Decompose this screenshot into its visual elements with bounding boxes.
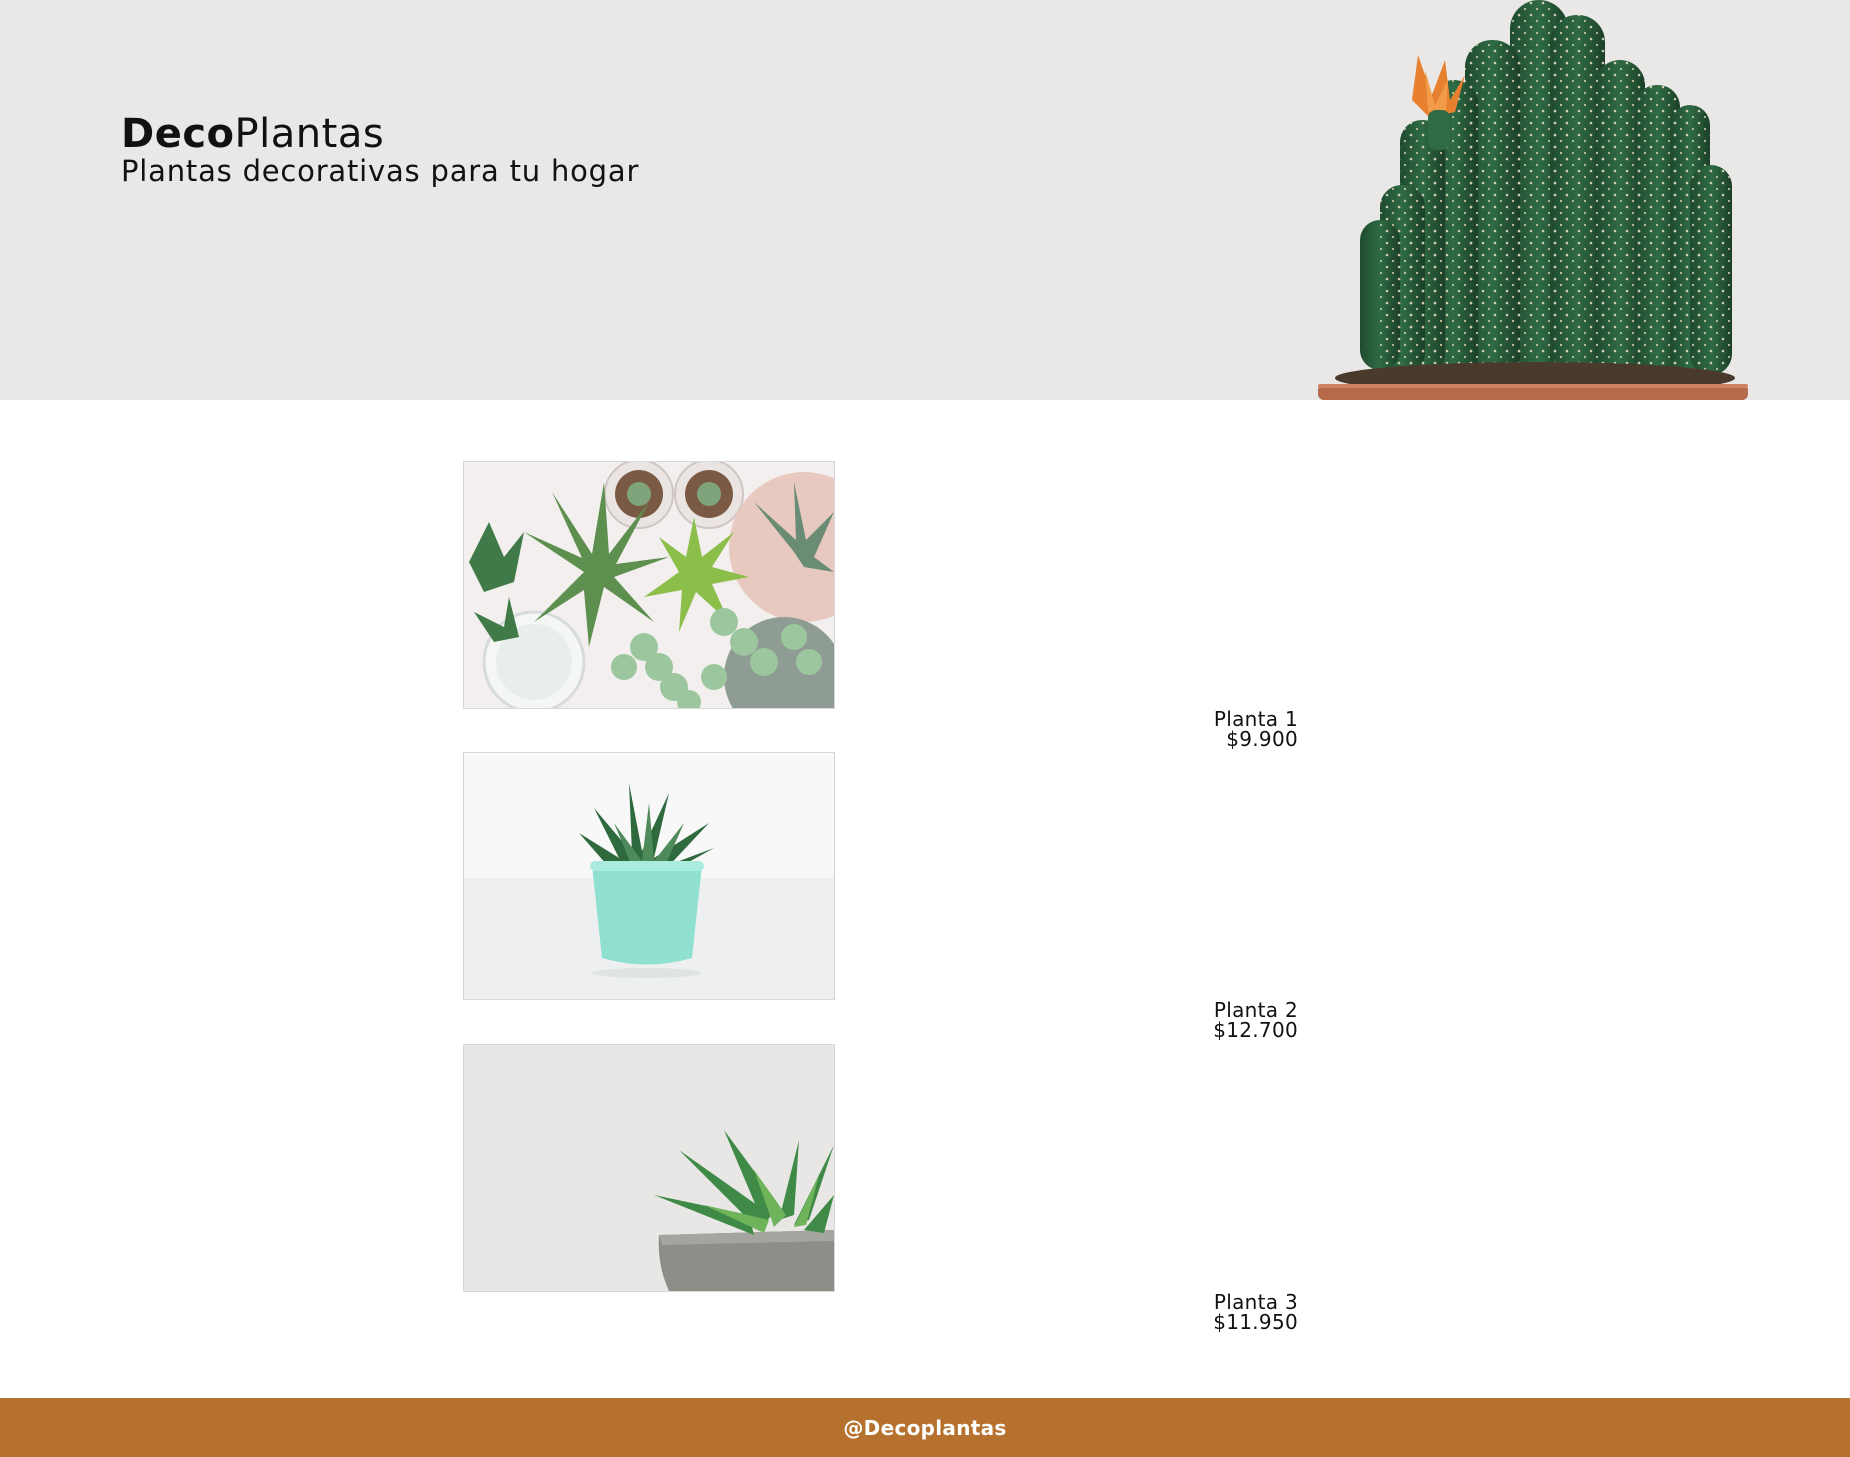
product-card[interactable]: Planta 2 $12.700 xyxy=(463,752,1298,1045)
brand-block: DecoPlantas Plantas decorativas para tu … xyxy=(121,112,639,188)
product-card[interactable]: Planta 1 $9.900 xyxy=(463,461,1298,754)
product-price: $9.900 xyxy=(1226,727,1298,751)
site-logo-text[interactable]: DecoPlantas xyxy=(121,112,639,156)
product-photo[interactable] xyxy=(463,1044,835,1292)
product-price: $11.950 xyxy=(1213,1310,1298,1334)
brand-name-regular: Plantas xyxy=(234,111,385,157)
product-info: Planta 3 $11.950 xyxy=(1213,1292,1298,1332)
echeveria-pot-photo xyxy=(464,1045,834,1291)
product-info: Planta 2 $12.700 xyxy=(1213,1000,1298,1040)
hero-header: DecoPlantas Plantas decorativas para tu … xyxy=(0,0,1850,400)
potted-haworthia-photo xyxy=(464,753,834,999)
potted-cactus-photo xyxy=(1318,0,1748,400)
footer: @Decoplantas xyxy=(0,1398,1850,1457)
social-handle-link[interactable]: @Decoplantas xyxy=(843,1416,1006,1440)
product-photo[interactable] xyxy=(463,461,835,709)
product-name[interactable]: Planta 3 xyxy=(1213,1292,1298,1312)
product-card[interactable]: Planta 3 $11.950 xyxy=(463,1044,1298,1337)
product-price: $12.700 xyxy=(1213,1018,1298,1042)
product-photo[interactable] xyxy=(463,752,835,1000)
tagline: Plantas decorativas para tu hogar xyxy=(121,154,640,188)
product-info: Planta 1 $9.900 xyxy=(1214,709,1298,749)
brand-name-bold: Deco xyxy=(121,111,235,157)
succulent-collection-photo xyxy=(464,462,834,708)
product-name[interactable]: Planta 2 xyxy=(1213,1000,1298,1020)
product-name[interactable]: Planta 1 xyxy=(1214,709,1298,729)
